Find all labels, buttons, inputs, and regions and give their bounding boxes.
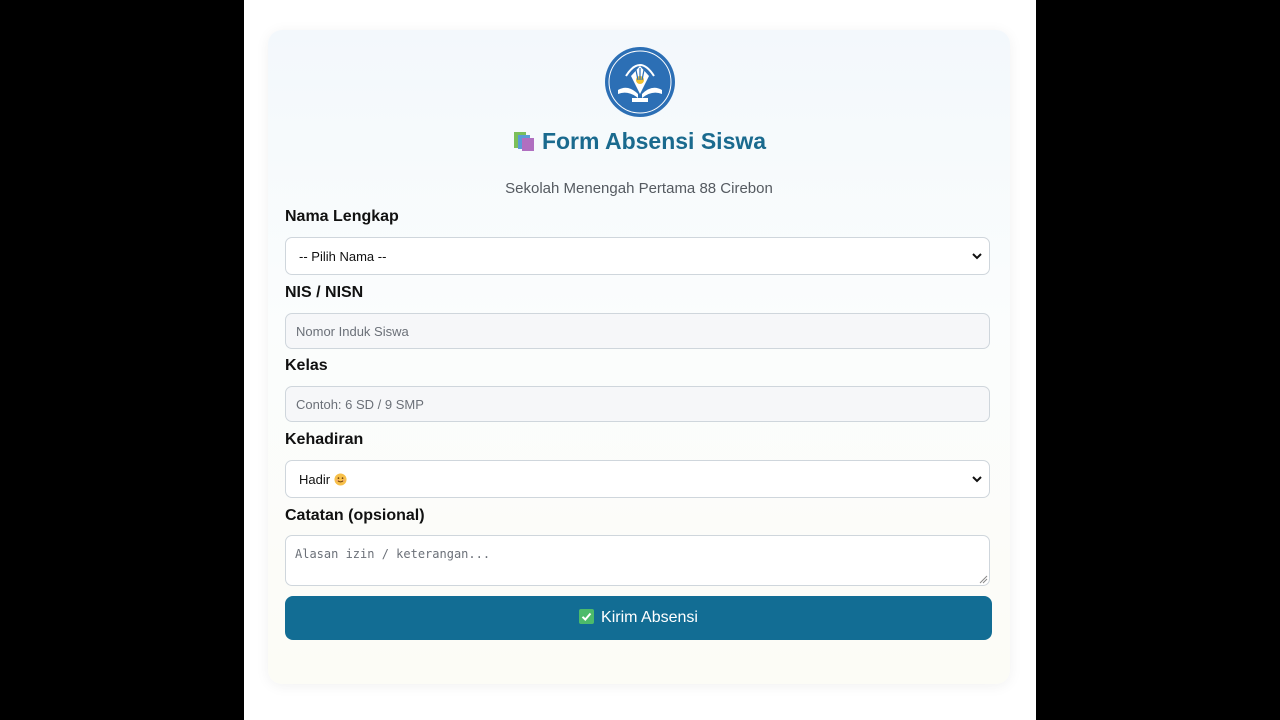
school-name: Sekolah Menengah Pertama 88 Cirebon	[505, 180, 773, 197]
kehadiran-select[interactable]: Hadir	[285, 460, 990, 498]
page-title: Form Absensi Siswa	[268, 128, 1010, 155]
page: Form Absensi Siswa Sekolah Menengah Pert…	[244, 0, 1036, 720]
nama-label: Nama Lengkap	[285, 208, 399, 225]
catatan-label: Catatan (opsional)	[285, 507, 425, 524]
kehadiran-select-value: Hadir	[299, 472, 347, 487]
kehadiran-selected-text: Hadir	[299, 472, 331, 487]
resize-handle-icon[interactable]	[978, 574, 988, 584]
nis-label: NIS / NISN	[285, 284, 364, 301]
attendance-form-card: Form Absensi Siswa Sekolah Menengah Pert…	[268, 30, 1010, 684]
books-icon	[513, 132, 534, 151]
nama-select[interactable]: -- Pilih Nama --	[285, 237, 990, 275]
kelas-placeholder: Contoh: 6 SD / 9 SMP	[296, 397, 424, 412]
nis-input[interactable]: Nomor Induk Siswa	[285, 313, 990, 349]
kelas-input[interactable]: Contoh: 6 SD / 9 SMP	[285, 386, 990, 422]
nis-placeholder: Nomor Induk Siswa	[296, 324, 409, 339]
kelas-label: Kelas	[285, 357, 328, 374]
nama-select-value: -- Pilih Nama --	[299, 249, 387, 264]
submit-button-label: Kirim Absensi	[601, 609, 698, 626]
smiley-icon	[334, 473, 347, 486]
catatan-placeholder: Alasan izin / keterangan...	[295, 547, 491, 561]
catatan-textarea[interactable]: Alasan izin / keterangan...	[285, 535, 990, 586]
page-title-text: Form Absensi Siswa	[541, 128, 767, 154]
chevron-down-icon	[972, 476, 982, 483]
chevron-down-icon	[972, 253, 982, 260]
school-logo-icon	[605, 47, 675, 117]
check-box-icon	[579, 609, 595, 624]
submit-button[interactable]: Kirim Absensi	[285, 596, 992, 640]
kehadiran-label: Kehadiran	[285, 431, 364, 448]
